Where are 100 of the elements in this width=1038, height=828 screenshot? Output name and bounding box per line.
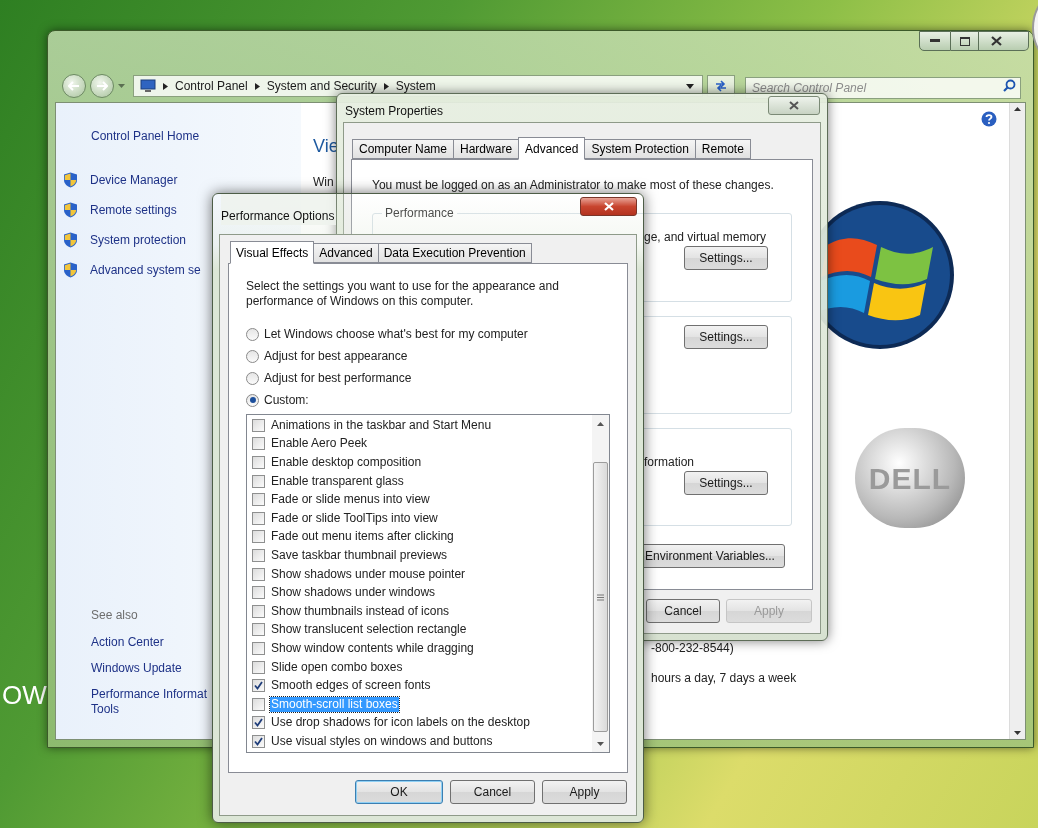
scroll-down-icon bbox=[1014, 731, 1021, 735]
dialog-title: System Properties bbox=[345, 103, 444, 120]
breadcrumb-arrow-icon bbox=[383, 82, 389, 90]
dropdown-caret-icon bbox=[686, 83, 694, 89]
sidebar-link[interactable]: System protection bbox=[90, 231, 187, 249]
search-field[interactable]: Search Control Panel bbox=[745, 77, 1021, 99]
checkbox[interactable] bbox=[252, 679, 265, 693]
close-button[interactable] bbox=[768, 96, 820, 115]
effect-label[interactable]: Use drop shadows for icon labels on the desktop bbox=[270, 715, 531, 731]
dialog-button[interactable]: Settings... bbox=[684, 246, 768, 270]
checkbox[interactable] bbox=[252, 437, 265, 451]
checkbox[interactable] bbox=[252, 548, 265, 562]
checkbox[interactable] bbox=[252, 530, 265, 544]
radio-label: Let Windows choose what's best for my computer bbox=[264, 327, 528, 341]
radio-label: Adjust for best performance bbox=[264, 371, 412, 385]
support-phone-text: -800-232-8544) bbox=[651, 640, 734, 657]
effect-label[interactable]: Smooth edges of screen fonts bbox=[270, 678, 432, 694]
forward-button[interactable] bbox=[90, 74, 114, 98]
dialog-button[interactable]: Settings... bbox=[684, 471, 768, 495]
tab[interactable]: Remote bbox=[694, 139, 751, 159]
see-also-heading: See also bbox=[91, 607, 138, 624]
close-button[interactable] bbox=[979, 31, 1029, 51]
dialog-button[interactable]: Settings... bbox=[684, 325, 768, 349]
desktop-text: OW bbox=[2, 679, 47, 712]
effect-label[interactable]: Use visual styles on windows and buttons bbox=[270, 733, 494, 749]
maximize-button[interactable] bbox=[951, 31, 979, 51]
help-icon[interactable] bbox=[981, 111, 997, 127]
checkbox[interactable] bbox=[252, 586, 265, 600]
description-text: Select the settings you want to use for the appearance and performance of Windows on this computer. bbox=[246, 279, 560, 309]
dropdown-caret-icon bbox=[118, 84, 125, 88]
effect-label[interactable]: Enable Aero Peek bbox=[270, 436, 369, 452]
scrollbar[interactable] bbox=[592, 415, 609, 752]
effect-label[interactable]: Show shadows under windows bbox=[270, 585, 437, 601]
sidebar-link[interactable]: Advanced system se bbox=[90, 261, 201, 279]
radio-label: Adjust for best appearance bbox=[264, 349, 408, 363]
dialog-title: Performance Options bbox=[221, 194, 337, 225]
checkbox[interactable] bbox=[252, 716, 265, 730]
effect-label[interactable]: Fade or slide ToolTips into view bbox=[270, 510, 439, 526]
sidebar-link[interactable]: Windows Update bbox=[91, 661, 182, 676]
breadcrumb-arrow-icon bbox=[254, 82, 260, 90]
breadcrumb-link[interactable]: System bbox=[395, 77, 436, 95]
sidebar-link[interactable]: Performance Informat Tools bbox=[91, 687, 208, 717]
tab[interactable]: Hardware bbox=[453, 139, 520, 159]
checkbox[interactable] bbox=[252, 623, 265, 637]
tab[interactable]: Computer Name bbox=[352, 139, 455, 159]
checkbox[interactable] bbox=[252, 511, 265, 525]
checkbox[interactable] bbox=[252, 697, 265, 711]
effect-label[interactable]: Show window contents while dragging bbox=[270, 640, 475, 656]
radio-button[interactable] bbox=[246, 393, 259, 407]
effect-label[interactable]: Fade out menu items after clicking bbox=[270, 529, 455, 545]
minimize-button[interactable] bbox=[919, 31, 951, 51]
grip-icon bbox=[597, 593, 604, 601]
radio-button[interactable] bbox=[246, 371, 259, 385]
sidebar-link[interactable]: Control Panel Home bbox=[91, 127, 200, 145]
refresh-icon bbox=[714, 80, 728, 92]
effect-label[interactable]: Show translucent selection rectangle bbox=[270, 622, 468, 638]
effect-label[interactable]: Save taskbar thumbnail previews bbox=[270, 547, 449, 563]
close-icon bbox=[603, 202, 614, 211]
effect-label[interactable]: Enable desktop composition bbox=[270, 455, 423, 470]
breadcrumb-link[interactable]: Control Panel bbox=[175, 77, 248, 95]
checkbox[interactable] bbox=[252, 493, 265, 507]
checkbox[interactable] bbox=[252, 456, 265, 469]
minimize-icon bbox=[930, 39, 940, 43]
dialog-button[interactable]: Cancel bbox=[646, 599, 720, 623]
checkbox[interactable] bbox=[252, 734, 265, 748]
content-text: Win bbox=[313, 174, 334, 191]
radio-button[interactable] bbox=[246, 327, 259, 341]
back-arrow-icon bbox=[68, 81, 80, 91]
scroll-down-icon bbox=[597, 742, 604, 746]
dell-logo: DELL bbox=[855, 428, 965, 528]
radio-button[interactable] bbox=[246, 349, 259, 363]
effect-label[interactable]: Fade or slide menus into view bbox=[270, 492, 431, 508]
effect-label[interactable]: Show thumbnails instead of icons bbox=[270, 603, 451, 619]
effect-label[interactable]: Enable transparent glass bbox=[270, 473, 405, 489]
checkbox[interactable] bbox=[252, 604, 265, 618]
breadcrumb-link[interactable]: System and Security bbox=[266, 77, 377, 95]
effect-label[interactable]: Slide open combo boxes bbox=[270, 659, 404, 675]
support-hours-text: hours a day, 7 days a week bbox=[651, 670, 797, 687]
scroll-thumb[interactable] bbox=[593, 462, 608, 732]
back-button[interactable] bbox=[62, 74, 86, 98]
checkbox[interactable] bbox=[252, 474, 265, 488]
sidebar-link[interactable]: Action Center bbox=[91, 635, 164, 650]
checkbox[interactable] bbox=[252, 660, 265, 674]
checkbox[interactable] bbox=[252, 641, 265, 655]
checkbox[interactable] bbox=[252, 567, 265, 581]
scroll-up-icon bbox=[1014, 107, 1021, 111]
search-icon bbox=[1003, 79, 1016, 92]
tab[interactable]: System Protection bbox=[584, 139, 696, 159]
effect-label[interactable]: Animations in the taskbar and Start Menu bbox=[270, 417, 493, 433]
shield-icon bbox=[63, 202, 78, 218]
shield-icon bbox=[63, 232, 78, 248]
scrollbar[interactable] bbox=[1009, 103, 1025, 739]
tab[interactable]: Advanced bbox=[518, 137, 586, 160]
close-icon bbox=[789, 101, 799, 110]
sidebar-link[interactable]: Remote settings bbox=[90, 201, 177, 219]
effect-label[interactable]: Show shadows under mouse pointer bbox=[270, 566, 467, 582]
scroll-up-icon bbox=[597, 422, 604, 426]
checkmark-icon bbox=[254, 681, 263, 691]
checkbox[interactable] bbox=[252, 418, 265, 432]
sidebar-link[interactable]: Device Manager bbox=[90, 171, 178, 189]
